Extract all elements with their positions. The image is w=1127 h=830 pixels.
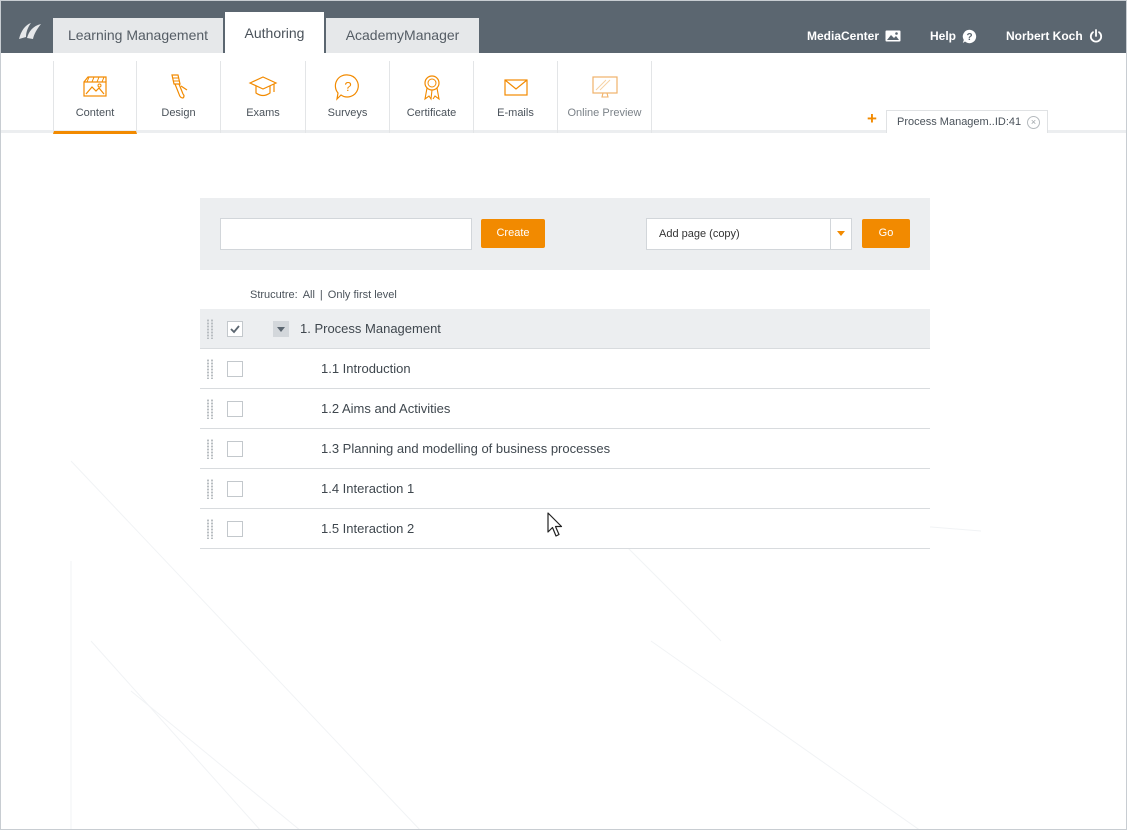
tree-row[interactable]: 1.1 Introduction [200, 349, 930, 389]
create-button[interactable]: Create [481, 219, 545, 248]
structure-filter: Strucutre: All | Only first level [250, 289, 397, 301]
paint-brush-icon [170, 74, 187, 99]
drag-handle-icon[interactable] [206, 319, 214, 339]
subnav-exams-label: Exams [246, 107, 280, 119]
power-icon[interactable] [1089, 29, 1103, 43]
tree-row-label[interactable]: 1.1 Introduction [321, 349, 411, 389]
drag-handle-icon[interactable] [206, 439, 214, 459]
help-bubble-icon: ? [962, 29, 977, 43]
main-tab-academy-manager[interactable]: AcademyManager [326, 18, 479, 53]
go-button[interactable]: Go [862, 219, 910, 248]
subnav-online-preview-label: Online Preview [567, 107, 642, 119]
structure-all-link[interactable]: All [303, 289, 315, 301]
structure-first-level-link[interactable]: Only first level [328, 289, 397, 301]
main-tab-learning-management[interactable]: Learning Management [53, 18, 223, 53]
svg-text:?: ? [966, 32, 972, 43]
structure-label: Strucutre: [250, 289, 298, 301]
row-checkbox[interactable] [227, 321, 243, 337]
tree-row-label[interactable]: 1.4 Interaction 1 [321, 469, 414, 509]
main-tab-authoring[interactable]: Authoring [225, 12, 324, 53]
help-link[interactable]: Help ? [930, 27, 977, 45]
subnav-content-label: Content [75, 107, 115, 119]
subnav-design[interactable]: Design [137, 61, 221, 133]
row-checkbox[interactable] [227, 441, 243, 457]
drag-handle-icon[interactable] [206, 519, 214, 539]
structure-separator: | [319, 289, 323, 301]
app-logo-icon [19, 23, 41, 39]
media-center-link[interactable]: MediaCenter [807, 27, 901, 45]
question-bubble-icon: ? [334, 74, 359, 101]
drag-handle-icon[interactable] [206, 399, 214, 419]
drag-handle-icon[interactable] [206, 479, 214, 499]
row-checkbox[interactable] [227, 481, 243, 497]
close-icon[interactable]: × [1027, 116, 1040, 129]
new-page-name-input[interactable] [220, 218, 472, 250]
content-icon [83, 76, 107, 97]
envelope-icon [503, 79, 528, 96]
subnav-surveys-label: Surveys [327, 107, 368, 119]
action-select[interactable]: Add page (copy) [646, 218, 852, 250]
tree-row-label[interactable]: 1.3 Planning and modelling of business p… [321, 429, 610, 469]
user-name: Norbert Koch [1006, 29, 1083, 43]
content-toolbar: Create Add page (copy) Go [200, 198, 930, 270]
help-label: Help [930, 29, 957, 43]
subnav-certificate[interactable]: Certificate [390, 61, 474, 133]
row-checkbox[interactable] [227, 361, 243, 377]
tree-row-label[interactable]: 1.5 Interaction 2 [321, 509, 414, 549]
add-tab-button[interactable]: + [867, 110, 881, 127]
checkmark-icon [230, 325, 240, 334]
row-checkbox[interactable] [227, 401, 243, 417]
tree-row[interactable]: 1.4 Interaction 1 [200, 469, 930, 509]
collapse-toggle-icon[interactable] [273, 321, 289, 337]
certificate-icon [423, 75, 440, 101]
document-tab-label: Process Managem..ID:41 [897, 116, 1022, 128]
subnav-online-preview[interactable]: Online Preview [558, 61, 652, 133]
action-select-value: Add page (copy) [659, 228, 740, 240]
app-window: Learning Management Authoring AcademyMan… [0, 0, 1127, 830]
document-tab[interactable]: Process Managem..ID:41 × [886, 110, 1048, 133]
row-checkbox[interactable] [227, 521, 243, 537]
subnav-certificate-label: Certificate [406, 107, 457, 119]
media-center-label: MediaCenter [807, 29, 880, 43]
svg-text:?: ? [344, 79, 351, 94]
tree-row[interactable]: 1. Process Management [200, 309, 930, 349]
image-icon [885, 30, 901, 42]
action-select-toggle[interactable] [830, 219, 851, 249]
tree-row[interactable]: 1.5 Interaction 2 [200, 509, 930, 549]
subnav-surveys[interactable]: ? Surveys [306, 61, 390, 133]
chevron-down-icon [837, 231, 845, 236]
graduation-cap-icon [248, 76, 278, 97]
user-menu[interactable]: Norbert Koch [1006, 27, 1103, 45]
tree-row-label[interactable]: 1.2 Aims and Activities [321, 389, 450, 429]
tree-row-label[interactable]: 1. Process Management [300, 309, 441, 349]
subnav-design-label: Design [161, 107, 196, 119]
subnav-content[interactable]: Content [53, 61, 137, 134]
tree-row[interactable]: 1.3 Planning and modelling of business p… [200, 429, 930, 469]
subnav-exams[interactable]: Exams [221, 61, 306, 133]
drag-handle-icon[interactable] [206, 359, 214, 379]
mouse-cursor-icon [547, 512, 563, 537]
subnav-emails[interactable]: E-mails [474, 61, 558, 133]
tree-row[interactable]: 1.2 Aims and Activities [200, 389, 930, 429]
top-navigation-bar: Learning Management Authoring AcademyMan… [1, 1, 1126, 53]
monitor-icon [591, 76, 618, 98]
subnav-emails-label: E-mails [497, 107, 534, 119]
